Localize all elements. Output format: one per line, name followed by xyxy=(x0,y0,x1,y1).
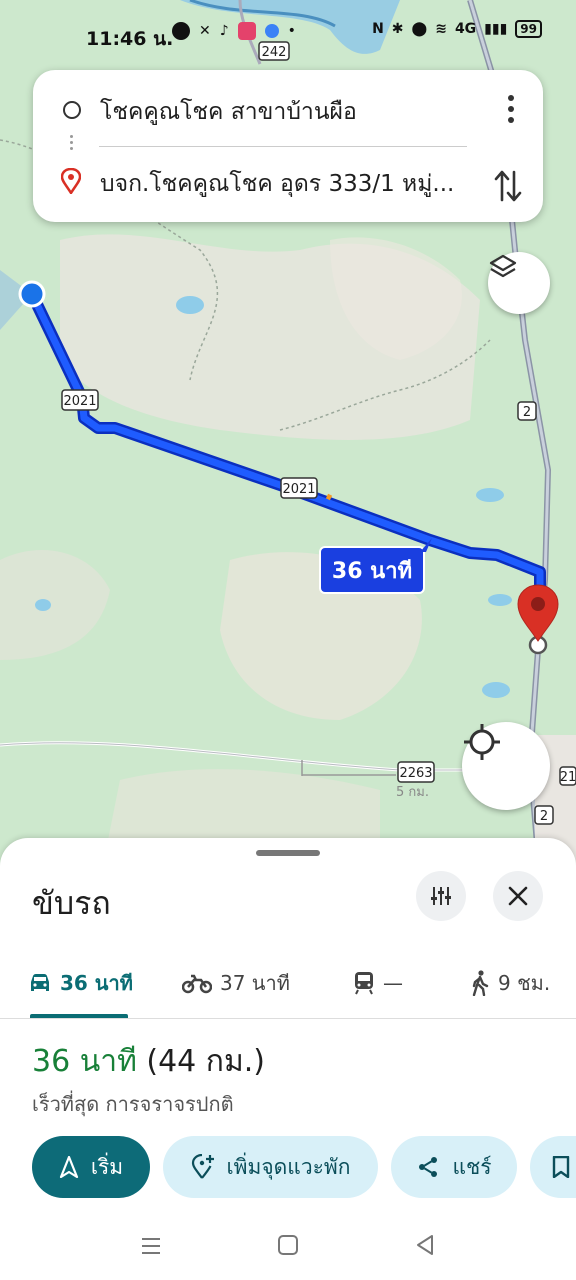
status-bar: 11:46 น. ✕ ♪ • N ✱ ⬤ ≋ 4G ▮▮▮ 99 xyxy=(0,0,576,64)
travel-mode-tabs: 36 นาที 37 นาที — 9 ชม. xyxy=(0,950,576,1019)
road-label-2021b: 2021 xyxy=(280,477,318,499)
nfc-icon: N xyxy=(372,21,384,37)
car-icon xyxy=(31,974,49,991)
route-duration-label: 36 นาที xyxy=(331,558,413,584)
battery-indicator: 99 xyxy=(515,20,542,38)
callout-pointer xyxy=(420,538,432,552)
notification-icons: ✕ ♪ • xyxy=(172,22,296,40)
share-button[interactable]: แชร์ xyxy=(391,1136,517,1198)
walk-icon xyxy=(472,970,489,996)
action-buttons: เริ่ม เพิ่มจุดแวะพัก แชร์ xyxy=(32,1136,576,1200)
tab-walking-label: 9 ชม. xyxy=(498,971,551,995)
swap-icon[interactable] xyxy=(493,168,523,204)
train-icon xyxy=(355,972,373,995)
line-icon xyxy=(172,22,190,40)
svg-text:2: 2 xyxy=(540,809,548,824)
destination-pin-icon xyxy=(61,168,81,194)
location-icon: ⬤ xyxy=(411,21,428,37)
summary-distance: (44 กม.) xyxy=(146,1044,265,1079)
route-description: เร็วที่สุด การจราจรปกติ xyxy=(32,1092,234,1116)
tab-driving-label: 36 นาที xyxy=(60,971,133,995)
summary-time: 36 นาที xyxy=(32,1044,137,1079)
sheet-title: ขับรถ xyxy=(32,884,111,922)
svg-text:2021: 2021 xyxy=(282,482,315,497)
home-icon[interactable] xyxy=(277,1234,299,1256)
destination-row[interactable]: บจก.โชคคูณโชค อุดร 333/1 หมู่... xyxy=(33,154,543,214)
system-navigation-bar xyxy=(0,1212,576,1280)
divider xyxy=(99,146,467,147)
wifi-icon: ≋ xyxy=(435,21,447,37)
capcut-icon: ✕ xyxy=(199,23,211,39)
shop-icon xyxy=(237,22,256,40)
app-icon xyxy=(264,24,279,38)
tab-motorcycle[interactable]: 37 นาที xyxy=(182,950,290,1016)
save-button[interactable] xyxy=(530,1136,576,1198)
tab-transit[interactable]: — xyxy=(353,950,403,1016)
svg-text:21: 21 xyxy=(560,770,576,785)
tab-driving[interactable]: 36 นาที xyxy=(28,950,133,1018)
svg-text:2021: 2021 xyxy=(63,394,96,409)
start-label: เริ่ม xyxy=(90,1154,124,1179)
more-options-icon[interactable] xyxy=(501,92,521,126)
origin-row[interactable]: โชคคูณโชค สาขาบ้านผือ xyxy=(33,82,543,142)
tiktok-icon: ♪ xyxy=(219,23,229,39)
route-duration-callout[interactable]: 36 นาที xyxy=(319,546,425,594)
sheet-drag-handle[interactable] xyxy=(256,850,320,856)
road-label-21: 21 xyxy=(559,766,576,786)
crosshair-icon xyxy=(464,724,500,760)
close-icon xyxy=(508,886,528,906)
add-stop-label: เพิ่มจุดแวะพัก xyxy=(226,1154,351,1179)
route-card: โชคคูณโชค สาขาบ้านผือ บจก.โชคคูณโชค อุดร… xyxy=(33,70,543,222)
recents-icon[interactable] xyxy=(140,1236,162,1256)
svg-text:5 กม.: 5 กม. xyxy=(396,785,429,800)
destination-field[interactable]: บจก.โชคคูณโชค อุดร 333/1 หมู่... xyxy=(100,166,470,202)
origin-field[interactable]: โชคคูณโชค สาขาบ้านผือ xyxy=(100,94,470,130)
network-type: 4G xyxy=(454,21,477,37)
road-label-2021a: 2021 xyxy=(61,389,99,411)
active-tab-indicator xyxy=(30,1014,128,1018)
sliders-icon xyxy=(431,887,451,905)
bluetooth-icon: ✱ xyxy=(391,21,404,37)
tab-motorcycle-label: 37 นาที xyxy=(220,971,290,995)
route-connector-icon xyxy=(70,132,74,153)
svg-text:2263: 2263 xyxy=(399,766,432,781)
motorcycle-icon xyxy=(182,974,212,994)
back-icon[interactable] xyxy=(414,1234,436,1256)
route-options-button[interactable] xyxy=(416,871,466,921)
more-dot-icon: • xyxy=(287,23,296,39)
current-location-dot xyxy=(18,280,46,308)
system-icons: N ✱ ⬤ ≋ 4G ▮▮▮ 99 xyxy=(372,20,542,38)
add-location-icon xyxy=(191,1154,214,1179)
signal-icon: ▮▮▮ xyxy=(484,21,508,37)
layers-button[interactable] xyxy=(488,252,550,314)
close-button[interactable] xyxy=(493,871,543,921)
svg-text:2: 2 xyxy=(523,405,531,420)
road-label-2: 2 xyxy=(517,401,537,421)
my-location-button[interactable] xyxy=(462,722,550,810)
start-button[interactable]: เริ่ม xyxy=(32,1136,150,1198)
road-label-2b: 2 xyxy=(534,805,554,825)
status-time: 11:46 น. xyxy=(86,28,174,50)
share-label: แชร์ xyxy=(452,1154,492,1179)
navigation-arrow-icon xyxy=(59,1156,78,1178)
route-summary: 36 นาที (44 กม.) xyxy=(32,1038,265,1085)
bookmark-icon xyxy=(552,1156,570,1178)
origin-circle-icon xyxy=(63,101,81,119)
tab-transit-label: — xyxy=(383,971,403,995)
share-icon xyxy=(419,1157,438,1177)
road-label-2263: 2263 xyxy=(397,761,435,783)
tab-walking[interactable]: 9 ชม. xyxy=(470,950,550,1016)
layers-icon xyxy=(489,254,517,278)
add-stop-button[interactable]: เพิ่มจุดแวะพัก xyxy=(163,1136,378,1198)
